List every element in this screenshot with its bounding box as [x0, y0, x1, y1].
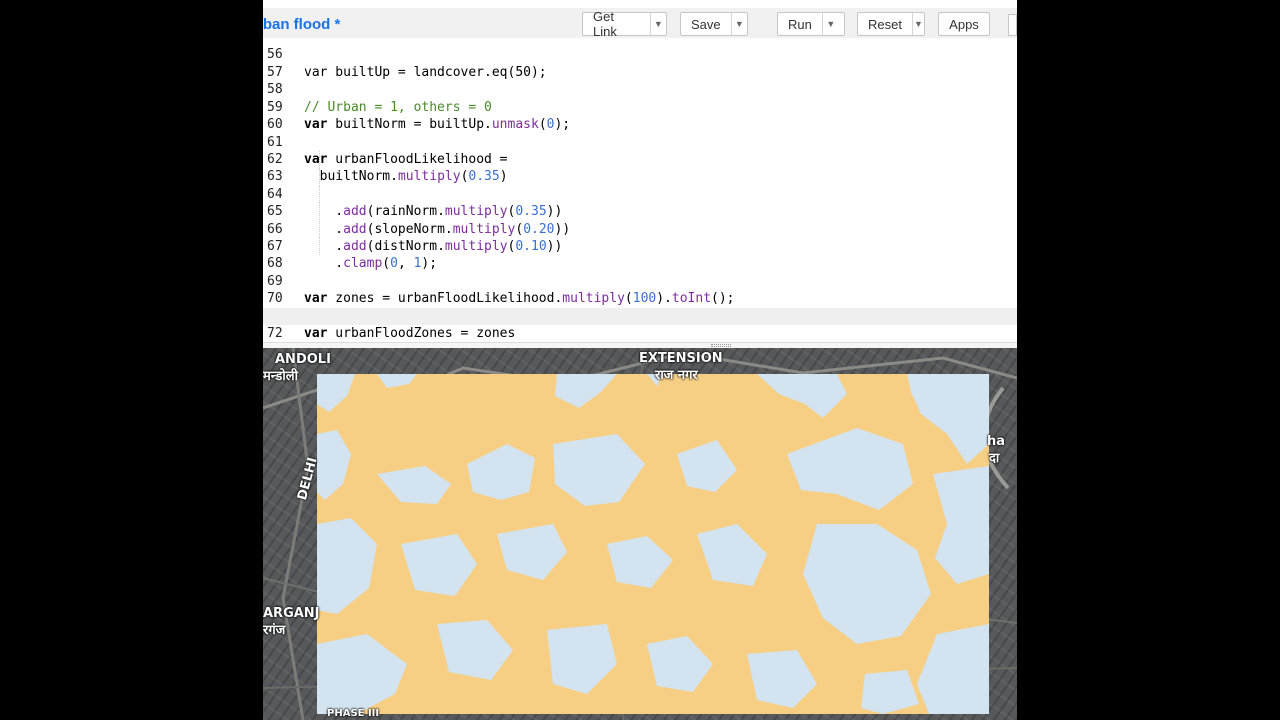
code-line: 69 var zones = urbanFloodLikelihood.mult…	[263, 255, 1017, 306]
flood-likelihood-overlay	[317, 374, 989, 714]
code-line: 62 builtNorm.multiply(0.35)	[263, 134, 1017, 184]
code-line: 68	[263, 237, 1017, 271]
get-link-button[interactable]: Get Link ▼	[582, 9, 667, 39]
code-line-active: 72 .where(zones.lt(20), 1)	[263, 307, 1017, 341]
reset-button[interactable]: Reset ▼	[857, 12, 925, 36]
low-likelihood-patches	[317, 374, 989, 714]
splitter-grip-icon[interactable]	[711, 344, 731, 347]
code-line: 70	[263, 273, 1017, 306]
code-line: 58 // Urban = 1, others = 0	[263, 64, 1017, 114]
run-dropdown-icon[interactable]: ▼	[821, 13, 839, 35]
run-label: Run	[788, 16, 812, 32]
reset-dropdown-icon[interactable]: ▼	[911, 13, 924, 35]
code-line: 65 .add(distNorm.multiply(0.10))	[263, 185, 1017, 254]
save-label: Save	[691, 16, 721, 32]
get-link-label: Get Link	[593, 9, 617, 39]
reset-label: Reset	[868, 16, 902, 32]
map-label-extension-hindi: राज नगर	[655, 368, 698, 383]
toolbar: rban flood * Get Link ▼ Save ▼ Run ▼ Res…	[263, 0, 1017, 39]
save-button[interactable]: Save ▼	[680, 12, 748, 36]
code-line-partial: 56 var builtUp = landcover.eq(50);	[267, 47, 547, 80]
map-label-extension: EXTENSION	[639, 351, 723, 366]
get-link-dropdown-icon[interactable]: ▼	[649, 13, 666, 35]
map-label-mandoli-hindi: मन्डोली	[263, 369, 298, 384]
code-line: 63 .add(rainNorm.multiply(0.35))	[263, 150, 1017, 219]
map-label-mandoli: ANDOLI	[275, 352, 331, 367]
map-label-ganj: ARGANJ	[263, 606, 320, 621]
map-view[interactable]: ANDOLI मन्डोली EXTENSION राज नगर DELHI A…	[263, 348, 1017, 720]
code-line: 73 .where(zones.gte(20).and(zones.lt(40)…	[263, 325, 1017, 342]
code-line: 60	[263, 99, 1017, 132]
code-editor[interactable]: 56 var builtUp = landcover.eq(50); 57 58…	[263, 38, 1017, 342]
code-line: 66 .clamp(0, 1);	[263, 203, 1017, 271]
map-label-right-hindi: दा	[989, 451, 1000, 466]
apps-button[interactable]: Apps	[938, 12, 990, 36]
script-title: rban flood *	[263, 16, 341, 33]
map-label-phase: PHASE III	[327, 708, 380, 719]
map-label-ganj-hindi: रगंज	[263, 623, 286, 638]
code-line: 57	[263, 47, 1017, 80]
map-label-right: ha	[987, 434, 1006, 449]
code-editor-app: rban flood * Get Link ▼ Save ▼ Run ▼ Res…	[263, 0, 1017, 720]
save-dropdown-icon[interactable]: ▼	[730, 13, 747, 35]
code-line: 71 var urbanFloodZones = zones	[263, 290, 1017, 341]
code-line: 64 .add(slopeNorm.multiply(0.20))	[263, 168, 1017, 237]
code-line: 61 var urbanFloodLikelihood =	[263, 116, 1017, 167]
run-button[interactable]: Run ▼	[777, 12, 845, 36]
settings-button[interactable]	[1008, 14, 1017, 36]
code-line: 59 var builtNorm = builtUp.unmask(0);	[263, 81, 1017, 132]
code-line: 67	[263, 220, 1017, 254]
apps-label: Apps	[949, 16, 979, 32]
